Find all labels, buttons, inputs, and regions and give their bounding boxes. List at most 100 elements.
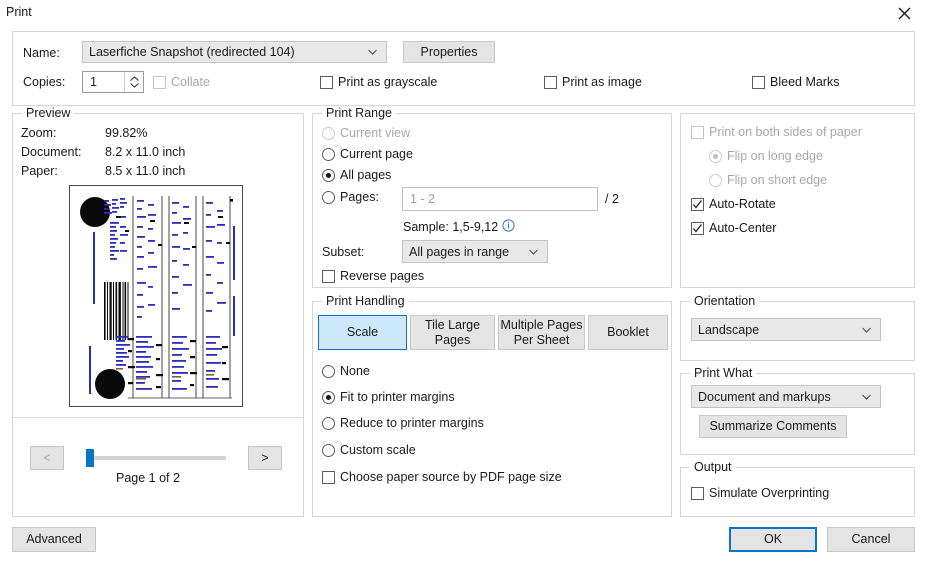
radio-flip-short-edge-label: Flip on short edge	[727, 173, 828, 187]
radio-all-pages-label: All pages	[340, 168, 392, 182]
preview-legend: Preview	[22, 106, 75, 120]
radio-reduce-to-printer-margins-label: Reduce to printer margins	[340, 416, 484, 430]
summarize-comments-button[interactable]: Summarize Comments	[699, 415, 847, 438]
radio-current-page[interactable]: Current page	[322, 147, 413, 161]
output-panel: Output Simulate Overprinting	[680, 460, 915, 517]
simulate-overprinting-checkbox[interactable]: Simulate Overprinting	[691, 486, 829, 500]
pages-sample-label: Sample: 1,5-9,12	[403, 220, 499, 234]
simulate-overprinting-label: Simulate Overprinting	[709, 486, 830, 500]
copies-value: 1	[90, 75, 97, 89]
radio-scale-none-label: None	[340, 364, 370, 378]
collate-label: Collate	[171, 75, 210, 89]
radio-current-page-label: Current page	[340, 147, 413, 161]
auto-center-checkbox[interactable]: Auto-Center	[691, 221, 776, 235]
print-as-grayscale-checkbox[interactable]: Print as grayscale	[320, 75, 437, 89]
auto-center-label: Auto-Center	[709, 221, 777, 235]
print-what-select-value: Document and markups	[698, 389, 831, 404]
copies-stepper[interactable]: 1	[82, 71, 144, 93]
radio-flip-long-edge: Flip on long edge	[709, 149, 823, 163]
radio-circle	[322, 190, 335, 204]
radio-circle	[322, 416, 335, 430]
radio-flip-long-edge-label: Flip on long edge	[727, 149, 823, 163]
printer-select[interactable]: Laserfiche Snapshot (redirected 104)	[82, 41, 387, 63]
radio-circle	[322, 443, 335, 457]
page-preview-thumbnail	[69, 185, 243, 407]
bleed-marks-label: Bleed Marks	[770, 75, 840, 89]
preview-prev-page-button[interactable]: <	[30, 446, 64, 470]
radio-current-view-label: Current view	[340, 126, 411, 140]
orientation-legend: Orientation	[690, 294, 760, 308]
checkbox-box	[691, 486, 704, 500]
preview-divider	[13, 417, 303, 418]
radio-custom-scale-label: Custom scale	[340, 443, 416, 457]
handling-tab-tile-large-pages[interactable]: Tile Large Pages	[410, 315, 495, 350]
radio-reduce-to-printer-margins[interactable]: Reduce to printer margins	[322, 416, 484, 430]
bleed-marks-checkbox[interactable]: Bleed Marks	[752, 75, 839, 89]
reverse-pages-label: Reverse pages	[340, 269, 425, 283]
print-what-legend: Print What	[690, 366, 757, 380]
subset-select[interactable]: All pages in range	[402, 240, 548, 263]
handling-tab-scale[interactable]: Scale	[318, 315, 407, 350]
copies-label: Copies:	[23, 75, 66, 89]
chevron-down-icon	[861, 324, 872, 335]
auto-rotate-label: Auto-Rotate	[709, 197, 776, 211]
preview-panel: Preview Zoom: 99.82% Document: 8.2 x 11.…	[12, 106, 304, 517]
auto-rotate-checkbox[interactable]: Auto-Rotate	[691, 197, 776, 211]
zoom-value: 99.82%	[105, 126, 148, 140]
radio-scale-none[interactable]: None	[322, 364, 370, 378]
pages-input[interactable]: 1 - 2	[402, 187, 598, 211]
choose-paper-source-label: Choose paper source by PDF page size	[340, 470, 562, 484]
checkbox-box	[752, 75, 765, 89]
ok-button[interactable]: OK	[729, 527, 817, 552]
checkbox-box	[322, 269, 335, 283]
output-legend: Output	[690, 460, 736, 474]
check-icon	[693, 223, 702, 232]
close-icon[interactable]	[881, 0, 927, 26]
preview-page-slider-track[interactable]	[86, 456, 226, 460]
preview-next-page-button[interactable]: >	[248, 446, 282, 470]
info-icon[interactable]	[502, 219, 515, 232]
checkbox-box	[153, 75, 166, 89]
preview-page-slider-thumb[interactable]	[86, 449, 94, 467]
orientation-panel: Orientation Landscape	[680, 294, 915, 361]
cancel-button[interactable]: Cancel	[827, 527, 915, 552]
print-handling-legend: Print Handling	[322, 294, 409, 308]
printer-panel: Name: Laserfiche Snapshot (redirected 10…	[12, 31, 915, 106]
print-what-panel: Print What Document and markups Summariz…	[680, 366, 915, 455]
duplex-panel: Print on both sides of paper Flip on lon…	[680, 113, 915, 288]
paper-value: 8.5 x 11.0 inch	[105, 164, 186, 178]
properties-button[interactable]: Properties	[403, 41, 495, 63]
paper-label: Paper:	[21, 164, 58, 178]
preview-page-status: Page 1 of 2	[116, 471, 180, 485]
radio-circle	[322, 168, 335, 182]
radio-custom-scale[interactable]: Custom scale	[322, 443, 416, 457]
chevron-down-icon	[129, 83, 139, 88]
checkbox-box	[691, 221, 704, 235]
radio-circle	[322, 364, 335, 378]
copies-spin-arrows[interactable]	[124, 72, 143, 92]
radio-pages[interactable]: Pages:	[322, 190, 379, 204]
orientation-select[interactable]: Landscape	[691, 318, 881, 341]
checkbox-box	[544, 75, 557, 89]
radio-fit-to-printer-margins[interactable]: Fit to printer margins	[322, 390, 455, 404]
radio-circle	[322, 390, 335, 404]
checkbox-box	[322, 470, 335, 484]
radio-all-pages[interactable]: All pages	[322, 168, 391, 182]
handling-tab-booklet[interactable]: Booklet	[588, 315, 668, 350]
collate-checkbox: Collate	[153, 75, 210, 89]
handling-tab-multiple-pages-per-sheet[interactable]: Multiple Pages Per Sheet	[498, 315, 585, 350]
checkbox-box	[320, 75, 333, 89]
print-both-sides-label: Print on both sides of paper	[709, 125, 862, 139]
print-what-select[interactable]: Document and markups	[691, 385, 881, 408]
advanced-button[interactable]: Advanced	[12, 527, 96, 552]
window-title: Print	[6, 5, 32, 19]
choose-paper-source-checkbox[interactable]: Choose paper source by PDF page size	[322, 470, 562, 484]
radio-circle	[709, 149, 722, 163]
radio-fit-to-printer-margins-label: Fit to printer margins	[340, 390, 455, 404]
radio-flip-short-edge: Flip on short edge	[709, 173, 827, 187]
radio-pages-label: Pages:	[340, 190, 379, 204]
print-as-image-checkbox[interactable]: Print as image	[544, 75, 642, 89]
reverse-pages-checkbox[interactable]: Reverse pages	[322, 269, 424, 283]
subset-select-value: All pages in range	[409, 244, 510, 259]
print-both-sides-checkbox: Print on both sides of paper	[691, 125, 862, 139]
